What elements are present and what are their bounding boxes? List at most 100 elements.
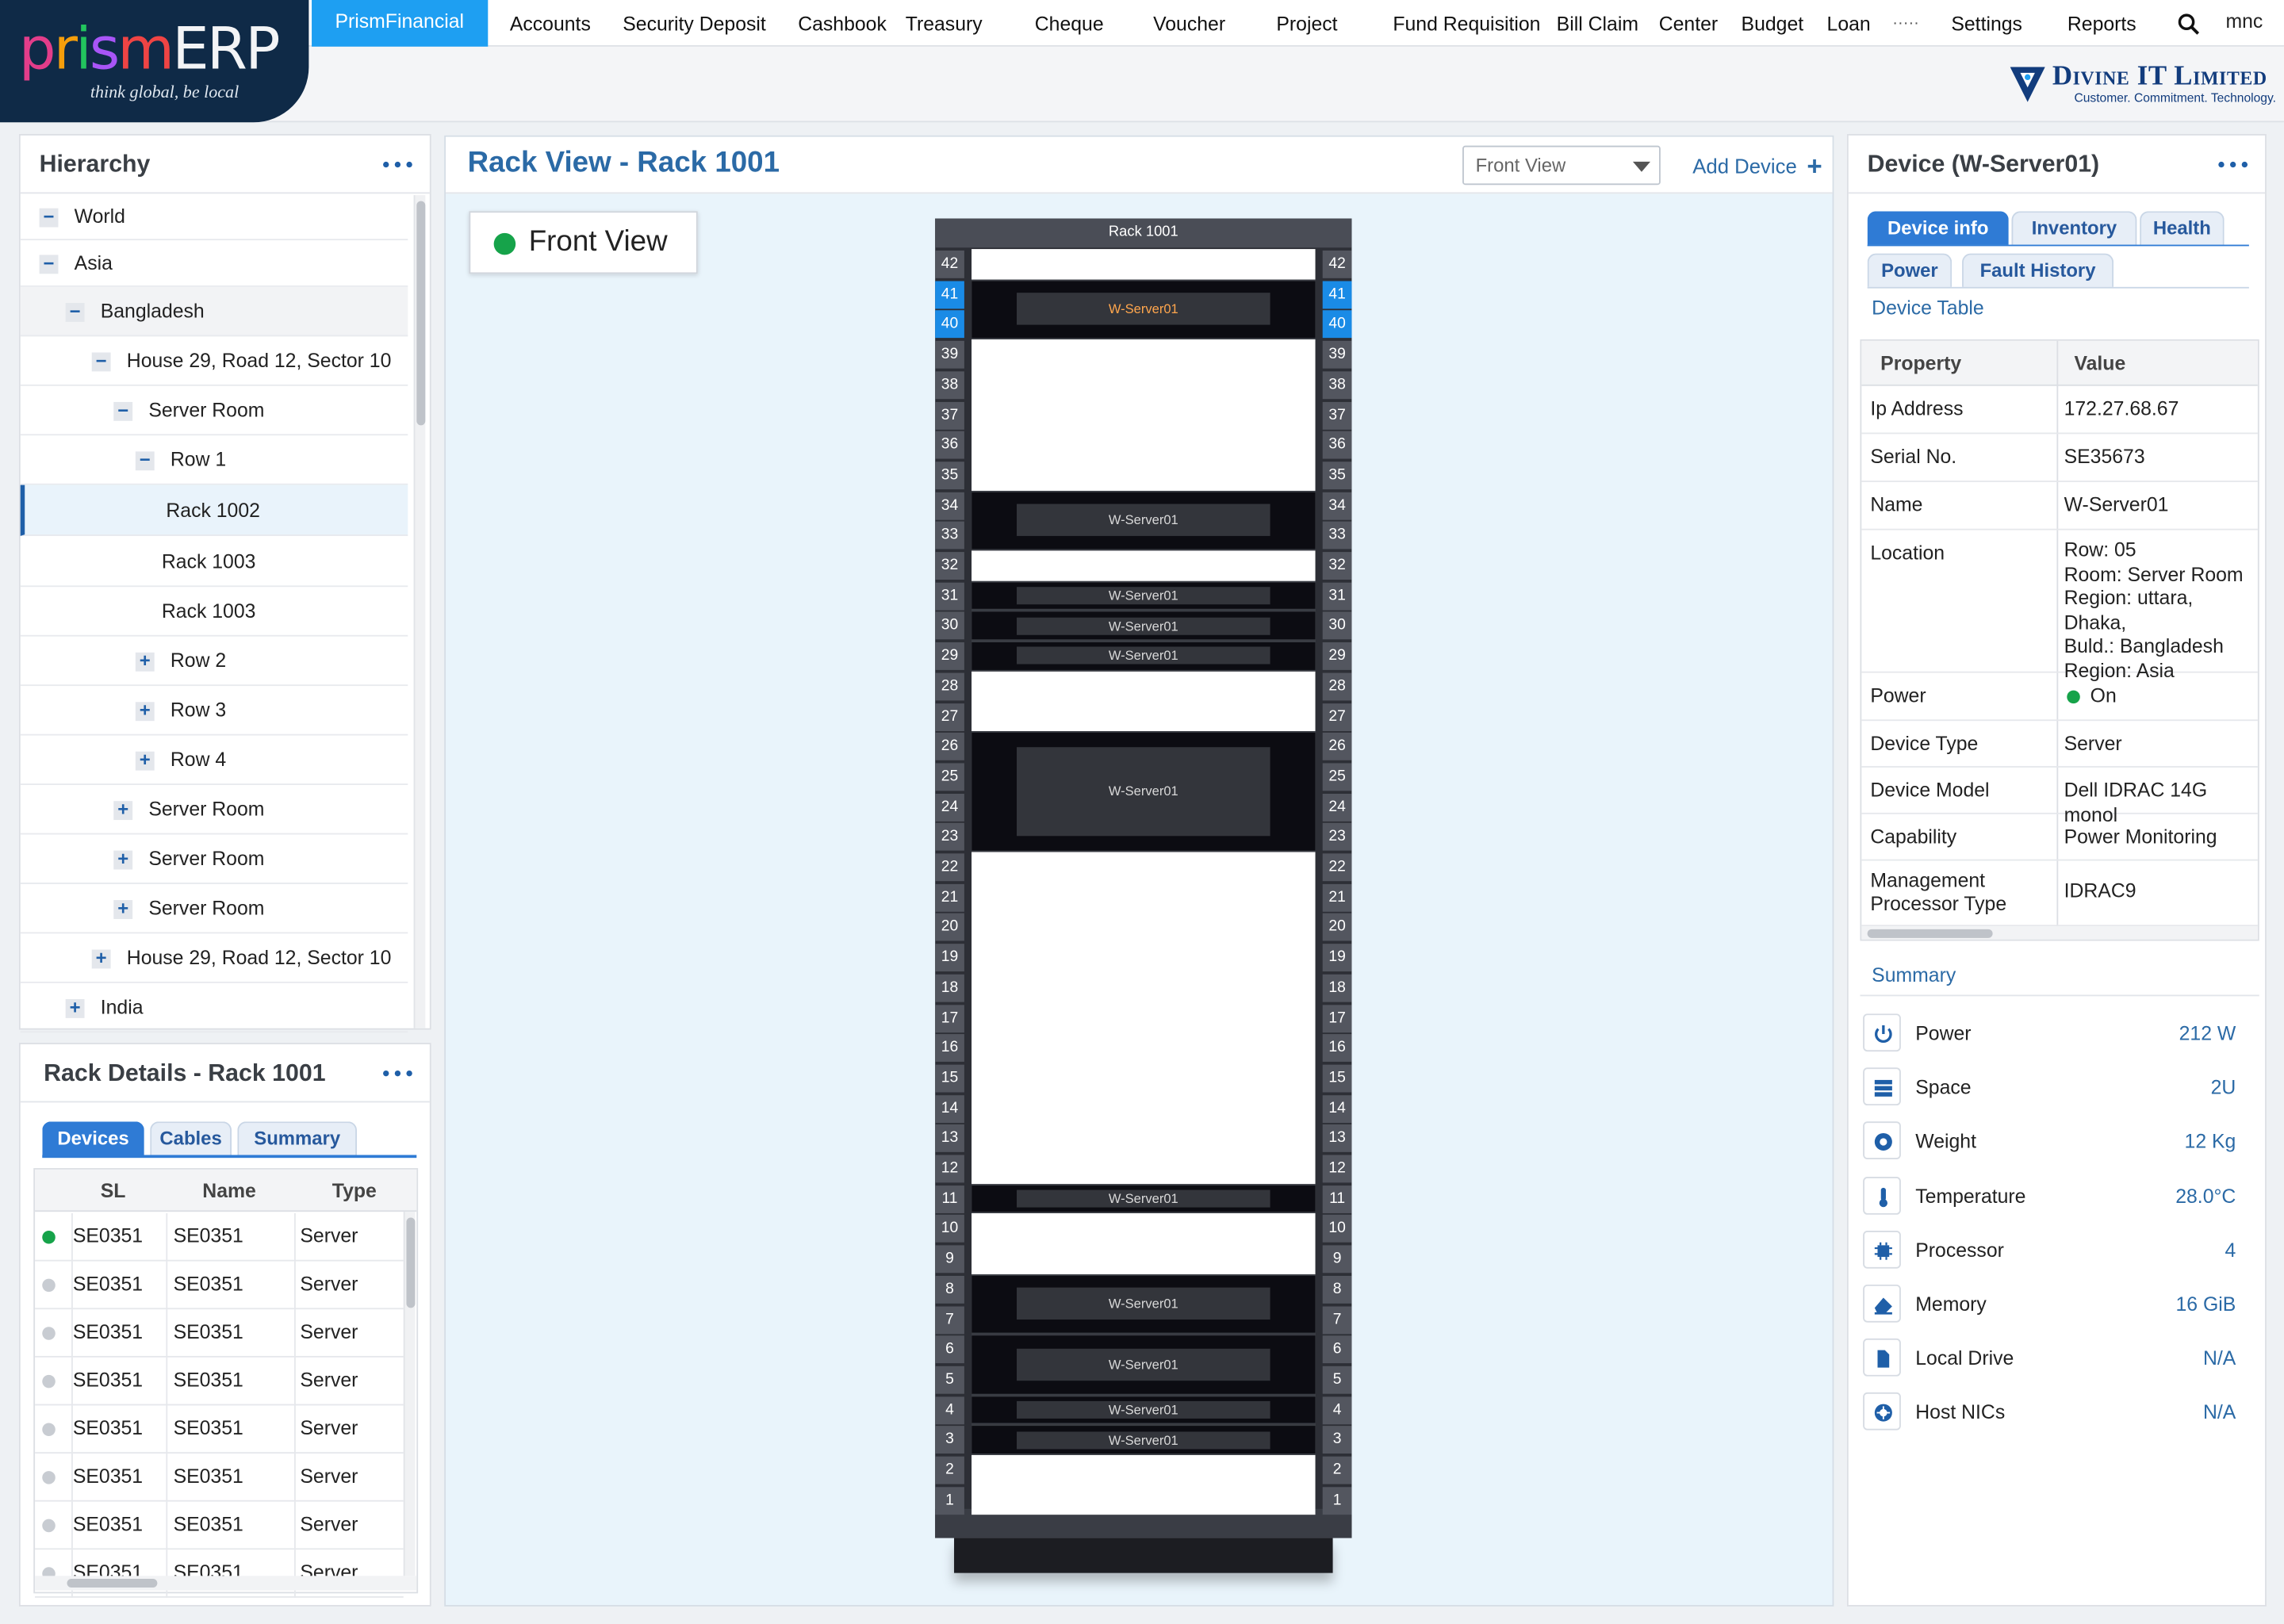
- devices-table-hscrollbar[interactable]: [35, 1576, 417, 1591]
- tree-node[interactable]: + House 29, Road 12, Sector 10: [20, 933, 408, 983]
- tree-node[interactable]: + Server Room: [20, 785, 408, 835]
- rack-device[interactable]: W-Server01: [971, 641, 1316, 672]
- collapse-icon[interactable]: −: [39, 253, 59, 274]
- more-options-icon[interactable]: [383, 1070, 412, 1078]
- tab-health[interactable]: Health: [2140, 211, 2225, 245]
- table-row[interactable]: SE0351 SE0351 Server: [35, 1454, 404, 1502]
- expand-icon[interactable]: +: [91, 948, 111, 968]
- rack-device[interactable]: W-Server01: [971, 1183, 1316, 1214]
- rack-device[interactable]: W-Server01: [971, 1424, 1316, 1455]
- rack-device[interactable]: W-Server01: [971, 1334, 1316, 1395]
- nav-item-treasury[interactable]: Treasury: [902, 0, 998, 47]
- devices-table-scrollbar[interactable]: [403, 1212, 416, 1576]
- nav-overflow-button[interactable]: ·····: [1887, 0, 1935, 47]
- tree-node[interactable]: + Row 2: [20, 637, 408, 687]
- rack-device[interactable]: W-Server01: [971, 1274, 1316, 1335]
- nav-item-security-deposit[interactable]: Security Deposit: [607, 0, 782, 47]
- nav-item-accounts[interactable]: Accounts: [494, 0, 607, 47]
- tree-node[interactable]: − Asia: [20, 240, 408, 287]
- tab-inventory[interactable]: Inventory: [2011, 211, 2137, 245]
- front-view-toggle[interactable]: Front View: [469, 211, 698, 274]
- nav-item-reports[interactable]: Reports: [2038, 0, 2152, 47]
- expand-icon[interactable]: +: [113, 848, 133, 869]
- tab-device-info[interactable]: Device info: [1867, 211, 2009, 245]
- nav-item-cheque[interactable]: Cheque: [998, 0, 1120, 47]
- tree-node[interactable]: + Row 3: [20, 686, 408, 736]
- hierarchy-scrollbar[interactable]: [413, 195, 426, 1028]
- table-row[interactable]: SE0351 SE0351 Server: [35, 1309, 404, 1358]
- nav-item-budget[interactable]: Budget: [1734, 0, 1819, 47]
- expand-icon[interactable]: +: [113, 799, 133, 820]
- collapse-icon[interactable]: −: [135, 450, 155, 470]
- unit-number-right: 37: [1322, 401, 1352, 429]
- table-row[interactable]: SE0351 SE0351 Server: [35, 1405, 404, 1454]
- table-row[interactable]: SE0351 SE0351 Server: [35, 1357, 404, 1406]
- tree-node[interactable]: − Row 1: [20, 435, 408, 485]
- collapse-icon[interactable]: −: [39, 206, 59, 227]
- unit-number-left: 33: [935, 522, 964, 550]
- expand-icon[interactable]: +: [135, 650, 155, 671]
- collapse-icon[interactable]: −: [113, 400, 133, 420]
- add-device-button[interactable]: Add Device +: [1692, 150, 1822, 181]
- rack-device[interactable]: W-Server01: [971, 580, 1316, 611]
- more-options-icon[interactable]: [2218, 161, 2248, 169]
- view-select[interactable]: Front View: [1462, 145, 1661, 186]
- nav-item-fund-requisition[interactable]: Fund Requisition: [1354, 0, 1557, 47]
- tab-fault-history[interactable]: Fault History: [1962, 253, 2114, 287]
- tree-node[interactable]: + Row 4: [20, 736, 408, 785]
- nav-item-project[interactable]: Project: [1241, 0, 1353, 47]
- more-options-icon[interactable]: [383, 161, 412, 169]
- unit-number-left: 27: [935, 703, 964, 731]
- user-menu[interactable]: mnc: [2225, 10, 2263, 33]
- summary-row: Temperature 28.0°C: [1860, 1172, 2256, 1226]
- tree-node[interactable]: − House 29, Road 12, Sector 10: [20, 336, 408, 386]
- nav-item-settings[interactable]: Settings: [1935, 0, 2038, 47]
- search-icon[interactable]: [2178, 13, 2200, 36]
- cell-sl: SE0351: [72, 1369, 144, 1392]
- unit-number-left: 34: [935, 492, 964, 519]
- tree-node[interactable]: Rack 1003: [20, 536, 408, 588]
- table-row[interactable]: SE0351 SE0351 Server: [35, 1212, 404, 1262]
- nav-item-loan[interactable]: Loan: [1819, 0, 1887, 47]
- tree-node[interactable]: − World: [20, 193, 408, 241]
- collapse-icon[interactable]: −: [91, 350, 111, 371]
- tree-node[interactable]: Rack 1002: [20, 485, 408, 536]
- nav-item-bill-claim[interactable]: Bill Claim: [1557, 0, 1655, 47]
- unit-number-right: 15: [1322, 1064, 1352, 1093]
- tree-node[interactable]: − Bangladesh: [20, 286, 408, 337]
- prismerp-logo[interactable]: prismERP think global, be local: [0, 0, 309, 123]
- tree-node[interactable]: + Server Room: [20, 884, 408, 934]
- nav-item-center[interactable]: Center: [1654, 0, 1734, 47]
- nav-item-cashbook[interactable]: Cashbook: [782, 0, 902, 47]
- expand-icon[interactable]: +: [135, 700, 155, 721]
- tree-node[interactable]: + India: [20, 983, 408, 1033]
- expand-icon[interactable]: +: [65, 997, 85, 1017]
- tab-cables[interactable]: Cables: [150, 1121, 232, 1155]
- collapse-icon[interactable]: −: [65, 301, 85, 321]
- table-row[interactable]: SE0351 SE0351 Server: [35, 1549, 404, 1598]
- tree-node[interactable]: + Server Room: [20, 834, 408, 884]
- expand-icon[interactable]: +: [113, 898, 133, 919]
- tab-power[interactable]: Power: [1867, 253, 1953, 287]
- rack-device[interactable]: W-Server01: [971, 490, 1316, 551]
- table-row[interactable]: SE0351 SE0351 Server: [35, 1501, 404, 1550]
- col-sl: SL: [100, 1179, 126, 1202]
- unit-number-right: 29: [1322, 642, 1352, 671]
- device-header: Device (W-Server01): [1848, 136, 2266, 194]
- tree-node[interactable]: Rack 1003: [20, 587, 408, 637]
- rack-device[interactable]: W-Server01: [971, 611, 1316, 642]
- tab-devices[interactable]: Devices: [42, 1121, 144, 1155]
- nav-item-voucher[interactable]: Voucher: [1120, 0, 1241, 47]
- rack-device[interactable]: W-Server01: [971, 1394, 1316, 1425]
- unit-number-right: 7: [1322, 1305, 1352, 1334]
- tab-summary[interactable]: Summary: [237, 1121, 357, 1155]
- rack-device[interactable]: W-Server01: [971, 731, 1316, 852]
- tab-underline: [42, 1155, 417, 1159]
- device-title: Device (W-Server01): [1867, 151, 2100, 178]
- table-row[interactable]: SE0351 SE0351 Server: [35, 1261, 404, 1310]
- tree-node[interactable]: − Server Room: [20, 386, 408, 436]
- device-table-hscrollbar[interactable]: [1861, 926, 2258, 940]
- nav-item-prismfinancial[interactable]: PrismFinancial: [312, 0, 489, 47]
- rack-device[interactable]: W-Server01: [971, 279, 1316, 340]
- expand-icon[interactable]: +: [135, 749, 155, 770]
